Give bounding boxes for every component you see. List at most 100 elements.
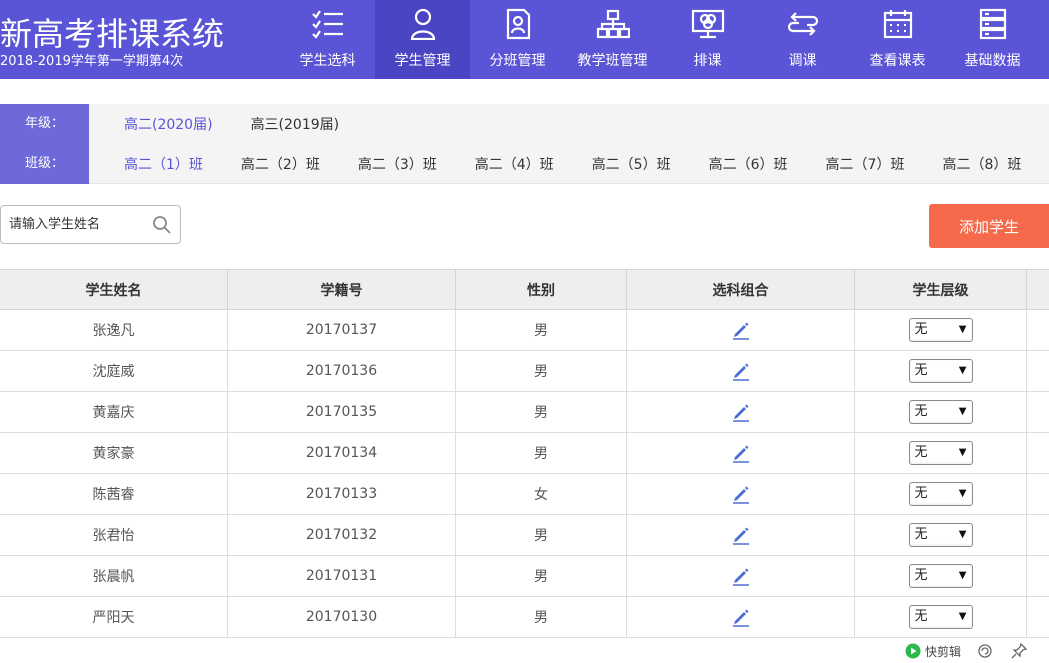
- nav-label: 基础数据: [964, 53, 1021, 69]
- table-row: 陈茜睿 20170133 女无 ▼: [0, 474, 1049, 515]
- swap-icon: [786, 7, 820, 41]
- add-student-button[interactable]: 添加学生: [929, 204, 1049, 248]
- class-option-5[interactable]: 高二（5）班: [592, 154, 671, 174]
- edit-icon[interactable]: [731, 484, 751, 504]
- gender-cell: 男: [456, 515, 627, 555]
- column-header-student-id: 学籍号: [228, 270, 456, 309]
- nav-item-course-selection[interactable]: 学生选科: [280, 0, 375, 79]
- gender-cell: 男: [456, 597, 627, 637]
- org-chart-icon: [596, 7, 630, 41]
- search-input[interactable]: [1, 206, 151, 243]
- level-select-value: 无: [914, 404, 928, 419]
- nav-label: 教学班管理: [577, 53, 648, 69]
- document-user-icon: [501, 7, 535, 41]
- table-row: 黄嘉庆 20170135 男无 ▼: [0, 392, 1049, 433]
- student-name-cell: 严阳天: [0, 597, 228, 637]
- nav-item-scheduling[interactable]: 排课: [660, 0, 755, 79]
- subject-combo-cell: [627, 310, 855, 350]
- play-icon: [905, 643, 921, 659]
- subject-combo-cell: [627, 474, 855, 514]
- level-select[interactable]: 无 ▼: [908, 359, 973, 383]
- filter-panel: 年级： 班级： 高二(2020届) 高三(2019届) 高二（1）班 高二（2）…: [0, 104, 1049, 184]
- student-id-cell: 20170136: [228, 351, 456, 391]
- column-header-extra: [1027, 270, 1049, 309]
- nav-item-student-management[interactable]: 学生管理: [375, 0, 470, 79]
- bottom-tray: 快剪辑: [905, 640, 1031, 662]
- gender-cell: 女: [456, 474, 627, 514]
- nav-item-teaching-class[interactable]: 教学班管理: [565, 0, 660, 79]
- edit-icon[interactable]: [731, 361, 751, 381]
- edit-icon[interactable]: [731, 566, 751, 586]
- grade-option-2020[interactable]: 高二(2020届): [124, 114, 213, 134]
- student-id-cell: 20170133: [228, 474, 456, 514]
- level-select[interactable]: 无 ▼: [908, 523, 973, 547]
- quick-clip-label: 快剪辑: [925, 644, 962, 659]
- level-select[interactable]: 无 ▼: [908, 441, 973, 465]
- gender-cell: 男: [456, 392, 627, 432]
- grade-option-2019[interactable]: 高三(2019届): [251, 114, 340, 134]
- level-select[interactable]: 无 ▼: [908, 318, 973, 342]
- nav-item-adjust-class[interactable]: 调课: [755, 0, 850, 79]
- dropdown-arrow-icon: ▼: [958, 611, 967, 622]
- class-options: 高二（1）班 高二（2）班 高二（3）班 高二（4）班 高二（5）班 高二（6）…: [89, 144, 1021, 184]
- table-row: 严阳天 20170130 男无 ▼: [0, 597, 1049, 638]
- level-cell: 无 ▼: [855, 556, 1027, 596]
- extra-cell: [1027, 556, 1049, 596]
- student-name-cell: 黄嘉庆: [0, 392, 228, 432]
- gender-cell: 男: [456, 433, 627, 473]
- level-cell: 无 ▼: [855, 515, 1027, 555]
- nav-item-class-division[interactable]: 分班管理: [470, 0, 565, 79]
- class-option-2[interactable]: 高二（2）班: [241, 154, 320, 174]
- grade-label: 年级：: [24, 116, 64, 131]
- dropdown-arrow-icon: ▼: [958, 570, 967, 581]
- dropdown-arrow-icon: ▼: [958, 488, 967, 499]
- search-box: [0, 205, 181, 244]
- level-cell: 无 ▼: [855, 392, 1027, 432]
- gender-cell: 男: [456, 556, 627, 596]
- subject-combo-cell: [627, 392, 855, 432]
- class-option-8[interactable]: 高二（8）班: [942, 154, 1021, 174]
- app-title: 新高考排课系统: [0, 15, 225, 53]
- class-option-7[interactable]: 高二（7）班: [826, 154, 905, 174]
- table-row: 沈庭威 20170136 男无 ▼: [0, 351, 1049, 392]
- level-cell: 无 ▼: [855, 310, 1027, 350]
- edit-icon[interactable]: [731, 443, 751, 463]
- subject-combo-cell: [627, 351, 855, 391]
- table-row: 张晨帆 20170131 男无 ▼: [0, 556, 1049, 597]
- subject-combo-cell: [627, 515, 855, 555]
- student-id-cell: 20170137: [228, 310, 456, 350]
- level-select[interactable]: 无 ▼: [908, 605, 973, 629]
- refresh-icon[interactable]: [977, 643, 993, 659]
- dropdown-arrow-icon: ▼: [958, 447, 967, 458]
- class-option-4[interactable]: 高二（4）班: [475, 154, 554, 174]
- search-icon[interactable]: [152, 215, 172, 235]
- level-select[interactable]: 无 ▼: [908, 482, 973, 506]
- level-cell: 无 ▼: [855, 433, 1027, 473]
- gender-cell: 男: [456, 351, 627, 391]
- student-id-cell: 20170132: [228, 515, 456, 555]
- subject-combo-cell: [627, 597, 855, 637]
- edit-icon[interactable]: [731, 607, 751, 627]
- edit-icon[interactable]: [731, 525, 751, 545]
- column-header-level: 学生层级: [855, 270, 1027, 309]
- class-option-6[interactable]: 高二（6）班: [709, 154, 788, 174]
- nav-label: 分班管理: [489, 53, 546, 69]
- dropdown-arrow-icon: ▼: [958, 324, 967, 335]
- quick-clip-button[interactable]: 快剪辑: [905, 643, 961, 660]
- class-option-1[interactable]: 高二（1）班: [124, 154, 203, 174]
- column-header-name: 学生姓名: [0, 270, 228, 309]
- level-select-value: 无: [914, 445, 928, 460]
- pin-icon[interactable]: [1011, 642, 1028, 659]
- grade-options: 高二(2020届) 高三(2019届): [89, 104, 339, 144]
- monitor-icon: [691, 7, 725, 41]
- nav-item-view-timetable[interactable]: 查看课表: [850, 0, 945, 79]
- edit-icon[interactable]: [731, 402, 751, 422]
- edit-icon[interactable]: [731, 320, 751, 340]
- level-select-value: 无: [914, 486, 928, 501]
- level-select[interactable]: 无 ▼: [908, 564, 973, 588]
- class-option-3[interactable]: 高二（3）班: [358, 154, 437, 174]
- nav-item-base-data[interactable]: 基础数据: [945, 0, 1040, 79]
- level-select-value: 无: [914, 363, 928, 378]
- main-nav: 学生选科 学生管理 分班管理 教学班管理 排课 调课 查看课表 基础数据: [280, 0, 1040, 79]
- level-select[interactable]: 无 ▼: [908, 400, 973, 424]
